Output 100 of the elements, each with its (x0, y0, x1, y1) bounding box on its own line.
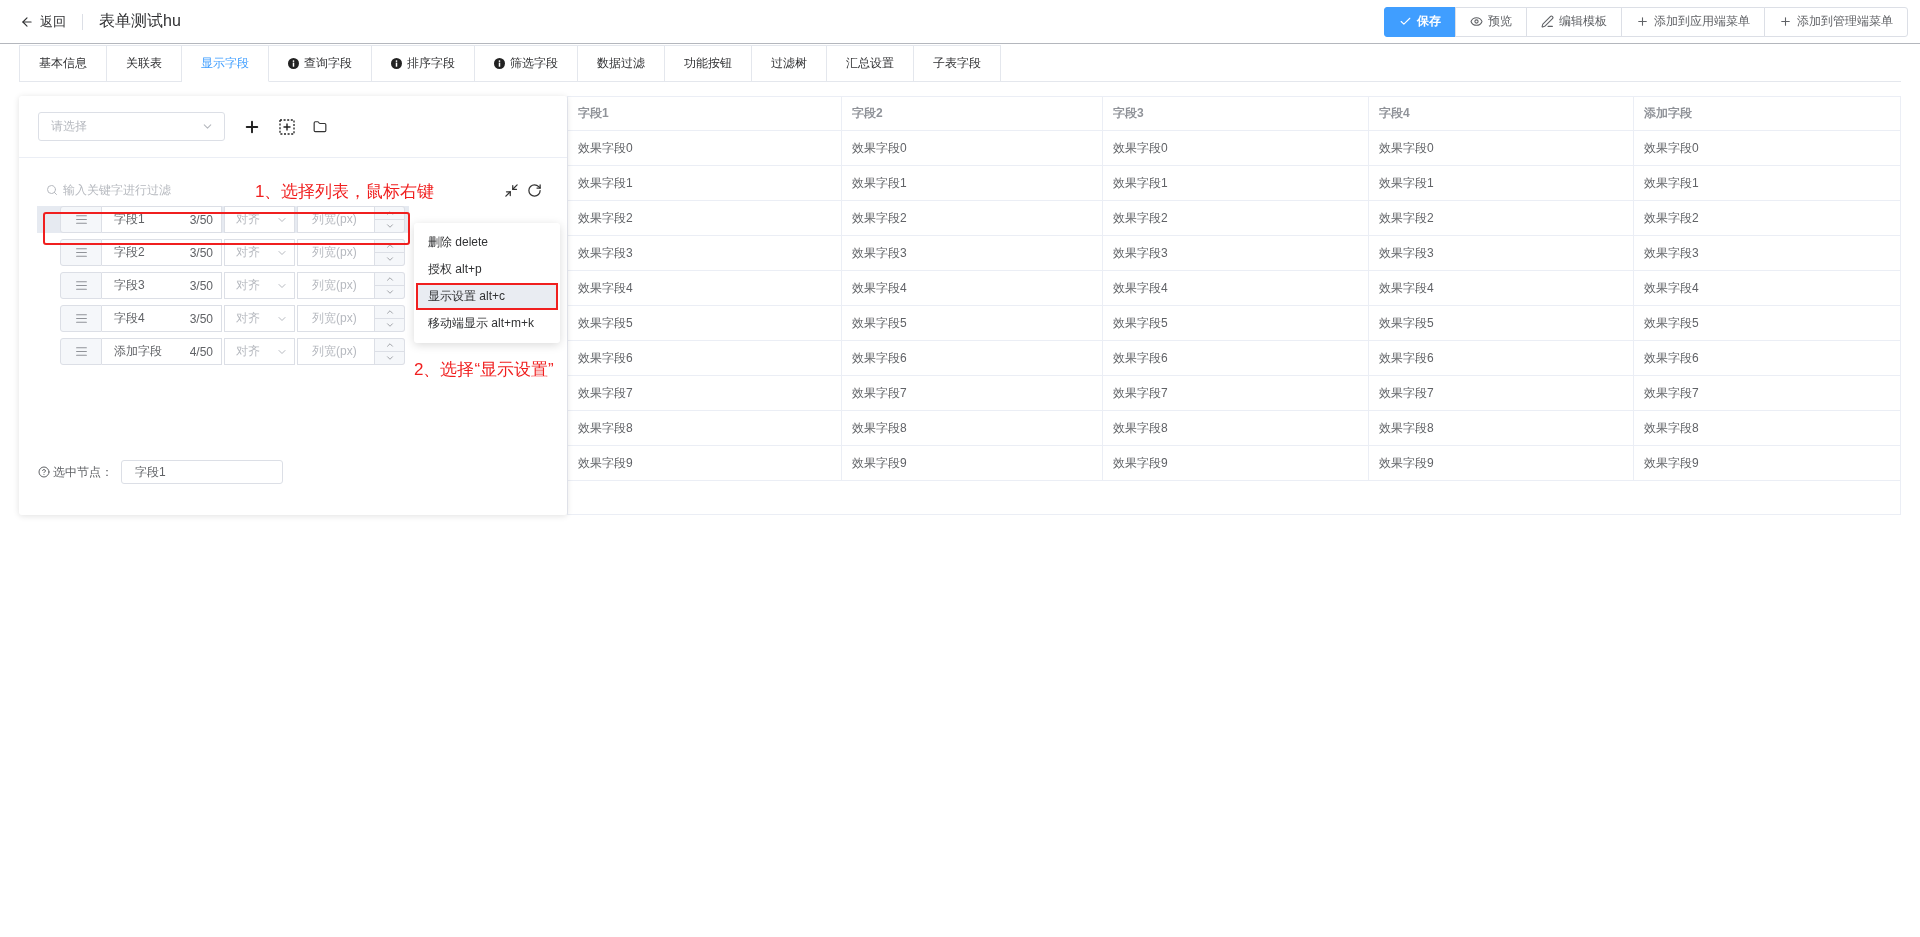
table-cell-text: 效果字段6 (577, 349, 634, 367)
drag-handle[interactable] (60, 338, 102, 365)
table-cell: 效果字段4 (1368, 271, 1633, 305)
help-icon (38, 466, 50, 478)
tab[interactable]: 汇总设置 (827, 45, 914, 82)
menu-icon (74, 213, 88, 226)
table-cell: 效果字段0 (1368, 131, 1633, 165)
table-cell: 效果字段6 (1633, 341, 1900, 375)
stepper[interactable] (375, 206, 405, 233)
toolbar-button[interactable]: 添加到应用端菜单 (1621, 6, 1765, 37)
annotation-text: 1、选择列表，鼠标右键 (255, 181, 435, 203)
chevron-up-icon[interactable] (384, 208, 395, 218)
char-count: 3/50 (189, 212, 213, 227)
chevron-up-icon[interactable] (384, 307, 395, 317)
table-cell: 效果字段3 (1368, 236, 1633, 270)
collapse-icon[interactable] (504, 182, 519, 198)
chevron-down-icon[interactable] (384, 287, 395, 297)
table-cell: 效果字段5 (1633, 306, 1900, 340)
table-cell: 效果字段8 (1368, 411, 1633, 445)
name-input[interactable]: 添加字段 4/50 (102, 338, 222, 365)
name-input[interactable]: 字段3 3/50 (102, 272, 222, 299)
table-cell: 效果字段3 (841, 236, 1102, 270)
table-cell: 效果字段9 (1102, 446, 1368, 480)
menu-icon (74, 312, 88, 325)
menu-icon (74, 279, 88, 292)
tab[interactable]: 关联表 (107, 45, 182, 82)
back-link[interactable]: 返回 (20, 13, 83, 30)
table-cell: 效果字段2 (1368, 201, 1633, 235)
selected-node-field[interactable]: 字段1 (121, 460, 283, 484)
page-title: 表单测试hu (99, 11, 181, 31)
table-cell: 效果字段4 (1102, 271, 1368, 305)
name-input[interactable]: 字段4 3/50 (102, 305, 222, 332)
refresh-icon[interactable] (527, 182, 542, 198)
table-cell: 效果字段1 (1368, 166, 1633, 200)
table-cell: 效果字段3 (1633, 236, 1900, 270)
table-cell-text: 效果字段1 (577, 174, 634, 192)
drag-handle[interactable] (60, 239, 102, 266)
tab[interactable]: 功能按钮 (665, 45, 752, 82)
table-cell: 效果字段8 (841, 411, 1102, 445)
table-cell: 效果字段7 (1633, 376, 1900, 410)
table-cell: 效果字段2 (1633, 201, 1900, 235)
table-cell: 效果字段0 (841, 131, 1102, 165)
table-cell: 效果字段4 (841, 271, 1102, 305)
table-cell: 效果字段7 (841, 376, 1102, 410)
column-header: 字段2 (841, 97, 1102, 130)
table-cell: 效果字段5 (841, 306, 1102, 340)
table-cell: 效果字段2 (841, 201, 1102, 235)
dotted-add-box-icon[interactable] (279, 118, 295, 135)
tab[interactable]: 查询字段 (269, 45, 372, 82)
chevron-up-icon[interactable] (384, 340, 395, 350)
tab[interactable]: 基本信息 (19, 45, 107, 82)
selected-node-label: 选中节点： (38, 463, 113, 481)
table-cell: 效果字段6 (1368, 341, 1633, 375)
chevron-down-icon[interactable] (384, 353, 395, 363)
table-cell: 效果字段1 (1102, 166, 1368, 200)
table-cell-text: 效果字段2 (577, 209, 634, 227)
menu-icon (74, 345, 88, 358)
chevron-down-icon[interactable] (384, 221, 395, 231)
table-cell: 效果字段5 (1102, 306, 1368, 340)
toolbar-button[interactable]: 添加到管理端菜单 (1764, 6, 1908, 37)
table-cell: 效果字段8 (1633, 411, 1900, 445)
tab[interactable]: 子表字段 (914, 45, 1001, 82)
tab[interactable]: 数据过滤 (578, 45, 665, 82)
toolbar-button[interactable]: 编辑模板 (1526, 6, 1622, 37)
drag-handle[interactable] (60, 206, 102, 233)
plus-icon (1636, 15, 1649, 28)
drag-handle[interactable] (60, 305, 102, 332)
toolbar-button[interactable]: 预览 (1455, 6, 1527, 37)
table-cell: 效果字段9 (1633, 446, 1900, 480)
pen-icon (1541, 15, 1554, 28)
char-count: 3/50 (189, 245, 213, 260)
table-cell: 效果字段2 (1102, 201, 1368, 235)
chevron-up-icon[interactable] (384, 274, 395, 284)
table-cell: 效果字段7 (1368, 376, 1633, 410)
chevron-down-icon[interactable] (384, 320, 395, 330)
tab[interactable]: 过滤树 (752, 45, 827, 82)
column-header: 字段3 (1102, 97, 1368, 130)
table-cell-text: 效果字段3 (577, 244, 634, 262)
table-cell: 效果字段1 (841, 166, 1102, 200)
table-cell-text: 效果字段7 (577, 384, 634, 402)
table-cell-text: 效果字段5 (577, 314, 634, 332)
menu-item[interactable]: 显示设置 alt+c (416, 283, 558, 310)
char-count: 3/50 (189, 278, 213, 293)
eye-icon (1470, 15, 1483, 28)
tab[interactable]: 筛选字段 (475, 45, 578, 82)
chevron-down-icon[interactable] (384, 254, 395, 264)
folder-icon[interactable] (313, 119, 327, 134)
table-cell: 效果字段6 (1102, 341, 1368, 375)
drag-handle[interactable] (60, 272, 102, 299)
table-cell: 效果字段8 (1102, 411, 1368, 445)
name-input[interactable]: 字段2 3/50 (102, 239, 222, 266)
char-count: 3/50 (189, 311, 213, 326)
table-cell-text: 效果字段4 (577, 279, 634, 297)
plus-icon (1779, 15, 1792, 28)
tab[interactable]: 排序字段 (372, 45, 475, 82)
annotation-text: 2、选择“显示设置” (414, 359, 554, 381)
table-cell: 效果字段3 (1102, 236, 1368, 270)
stepper[interactable] (375, 239, 405, 266)
table-cell: 效果字段5 (1368, 306, 1633, 340)
table-cell-text: 效果字段0 (577, 139, 634, 157)
